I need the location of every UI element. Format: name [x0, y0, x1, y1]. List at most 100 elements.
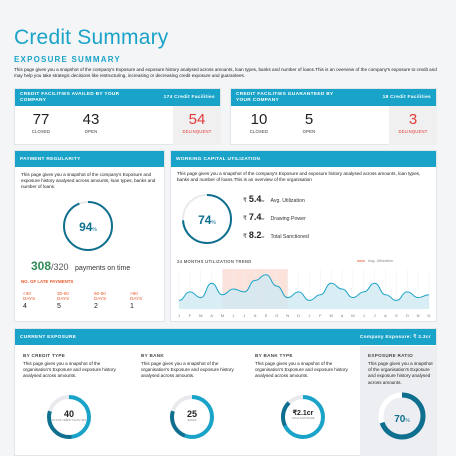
rupee-symbol: ₹ [243, 216, 247, 222]
x-tick-label: D [297, 313, 300, 318]
availed-card: CREDIT FACILITIES AVAILED BY YOUR COMPAN… [14, 88, 221, 145]
availed-closed-label: CLOSED [31, 129, 51, 134]
availed-delinquent-value: 54 [188, 111, 206, 128]
trend-area [179, 274, 429, 309]
late-item-value: 1 [130, 303, 134, 311]
exposure-center: 25 BANKS [168, 409, 216, 422]
x-tick-label: J [374, 313, 376, 318]
late-item-value: 4 [23, 303, 27, 311]
availed-delinquent: 54 DELINQUENT [175, 111, 219, 134]
wcu-row-unit: cr [261, 235, 265, 239]
rupee-symbol: ₹ [243, 198, 247, 204]
wcu-row-total: ₹ 8.2 cr Total Sanctioned [243, 230, 309, 240]
legend-swatch [357, 260, 365, 262]
credit-summary-page: Credit Summary EXPOSURE SUMMARY This pag… [0, 0, 456, 456]
exposure-total: Company Exposure: ₹ 2.3cr [359, 334, 431, 340]
exposure-center-sub: TOTAL EXPOSURE [291, 417, 315, 420]
guaranteed-delinquent-label: DELINQUENT [398, 129, 428, 134]
x-tick-label: O [406, 313, 409, 318]
exposure-center-value: 25 [186, 409, 197, 419]
guaranteed-title: CREDIT FACILITIES GUARANTEED BY YOUR COM… [236, 91, 334, 103]
availed-header: CREDIT FACILITIES AVAILED BY YOUR COMPAN… [15, 89, 220, 106]
wcu-row-value: 5.4 [248, 194, 262, 204]
exposure-col-title: BY BANK [141, 353, 164, 358]
guaranteed-open: 5 OPEN [289, 111, 329, 134]
page-title: Credit Summary [14, 26, 169, 49]
exposure-center: ₹2.1cr TOTAL EXPOSURE [279, 409, 327, 420]
wcu-row-unit: cr [261, 217, 265, 221]
late-item: 30-60 DAYS 5 [57, 291, 69, 310]
availed-closed: 77 CLOSED [21, 111, 61, 134]
wcu-title: WORKING CAPITAL UTILIZATION [176, 156, 261, 162]
x-tick-label: O [275, 313, 278, 318]
x-tick-label: J [232, 313, 234, 318]
late-item-unit: DAYS [130, 296, 143, 302]
guaranteed-count: 18 Credit Facilities [382, 95, 431, 100]
payment-percent-unit: % [92, 227, 97, 233]
payment-on-time: 308/320 payments on time [31, 257, 130, 275]
late-item: <30 DAYS 4 [23, 291, 35, 310]
wcu-row-label: Drawing Power [270, 216, 306, 222]
x-tick-label: N [286, 313, 289, 318]
late-item-value: 5 [57, 303, 61, 311]
wcu-card: WORKING CAPITAL UTILIZATION This page gi… [170, 150, 437, 322]
late-item-unit: DAYS [57, 296, 70, 302]
x-tick-label: A [210, 313, 213, 318]
late-payments-title: NO. OF LATE PAYMENTS [21, 279, 74, 284]
x-tick-label: J [308, 313, 310, 318]
exposure-center: 40 ACTIVE CREDIT FACILITIES [45, 409, 93, 422]
exposure-col-desc: This page gives you a snapshot of the or… [23, 361, 116, 379]
intro-text: This page gives you a snapshot of the co… [14, 67, 437, 79]
x-tick-label: M [330, 313, 333, 318]
x-tick-label: S [395, 313, 398, 318]
availed-open: 43 OPEN [71, 111, 111, 134]
guaranteed-header: CREDIT FACILITIES GUARANTEED BY YOUR COM… [231, 89, 436, 106]
x-tick-label: F [189, 313, 192, 318]
availed-delinquent-label: DELINQUENT [182, 129, 212, 134]
late-item-unit: DAYS [94, 296, 107, 302]
payment-desc: This page gives you a snapshot of the co… [21, 172, 156, 190]
availed-count: 174 Credit Facilities [163, 95, 215, 100]
guaranteed-open-value: 5 [304, 111, 314, 128]
trend-chart: JFMAMJJASONDJFMAMJJASOND [178, 269, 431, 318]
exposure-col-title: BY CREDIT TYPE [23, 353, 66, 358]
guaranteed-card: CREDIT FACILITIES GUARANTEED BY YOUR COM… [230, 88, 437, 145]
wcu-header: WORKING CAPITAL UTILIZATION [171, 151, 436, 167]
rupee-symbol: ₹ [243, 234, 247, 240]
guaranteed-delinquent: 3 DELINQUENT [391, 111, 435, 134]
exposure-header: CURRENT EXPOSURE Company Exposure: ₹ 2.3… [15, 329, 436, 345]
exposure-center-sub: BANKS [187, 419, 197, 422]
trend-chart-title: 24 MONTHS UTILIZATION TREND [177, 259, 252, 264]
exposure-ratio-center: 70% [377, 409, 427, 427]
x-tick-label: A [341, 313, 344, 318]
late-item-value: 2 [94, 303, 98, 311]
exposure-title: CURRENT EXPOSURE [20, 334, 77, 340]
exposure-center-sub: ACTIVE CREDIT FACILITIES [51, 419, 87, 422]
x-tick-label: M [221, 313, 224, 318]
wcu-row-label: Avg. Utilization [270, 198, 305, 204]
payment-percent: 94% [60, 218, 116, 236]
x-tick-label: A [254, 313, 257, 318]
wcu-row-value: 7.4 [248, 212, 262, 222]
wcu-row-label: Total Sanctioned [270, 234, 309, 240]
x-tick-label: F [319, 313, 322, 318]
wcu-row-value: 8.2 [248, 230, 262, 240]
availed-closed-value: 77 [32, 111, 50, 128]
payment-header: PAYMENT REGULARITY [15, 151, 164, 167]
x-tick-label: D [428, 313, 431, 318]
late-item: >90 DAYS 1 [130, 291, 142, 310]
exposure-card: CURRENT EXPOSURE Company Exposure: ₹ 2.3… [14, 328, 437, 456]
x-tick-label: M [199, 313, 202, 318]
wcu-row-avg: ₹ 5.4 cr Avg. Utilization [243, 194, 305, 204]
exposure-center-value: ₹2.1cr [292, 410, 314, 417]
payment-card: PAYMENT REGULARITY This page gives you a… [14, 150, 165, 322]
late-item: 60-90 DAYS 2 [94, 291, 106, 310]
payment-title: PAYMENT REGULARITY [20, 156, 81, 162]
x-tick-label: J [178, 313, 180, 318]
guaranteed-open-label: OPEN [302, 129, 316, 134]
x-tick-label: A [384, 313, 387, 318]
guaranteed-closed: 10 CLOSED [239, 111, 279, 134]
exposure-col-title: BY BANK TYPE [255, 353, 293, 358]
exposure-col-desc: This page gives you a snapshot of the or… [368, 361, 433, 385]
exposure-col-desc: This page gives you a snapshot of the or… [255, 361, 348, 379]
